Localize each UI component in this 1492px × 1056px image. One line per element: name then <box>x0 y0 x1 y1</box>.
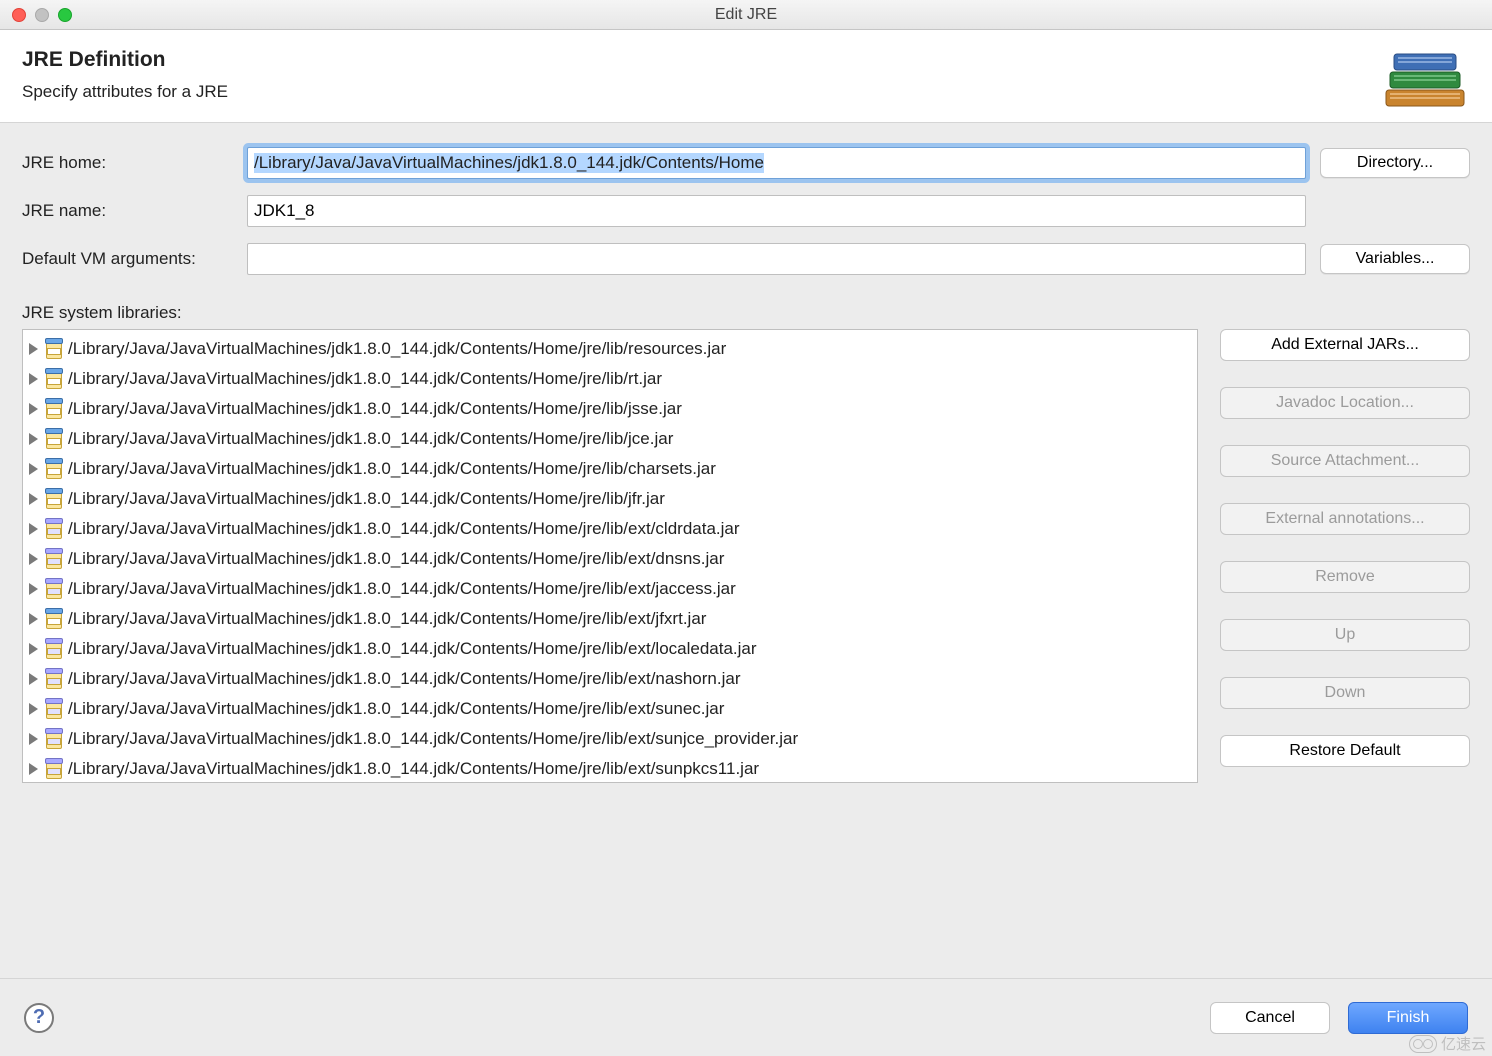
library-item[interactable]: /Library/Java/JavaVirtualMachines/jdk1.8… <box>23 454 1197 484</box>
library-path: /Library/Java/JavaVirtualMachines/jdk1.8… <box>68 579 736 599</box>
library-path: /Library/Java/JavaVirtualMachines/jdk1.8… <box>68 339 726 359</box>
remove-button[interactable]: Remove <box>1220 561 1470 593</box>
dialog-footer: ? Cancel Finish <box>0 978 1492 1056</box>
page-title: JRE Definition <box>22 48 1470 72</box>
disclosure-triangle-icon[interactable] <box>29 523 38 535</box>
jar-icon <box>44 608 64 630</box>
library-path: /Library/Java/JavaVirtualMachines/jdk1.8… <box>68 699 724 719</box>
disclosure-triangle-icon[interactable] <box>29 583 38 595</box>
jar-icon <box>44 398 64 420</box>
jre-name-label: JRE name: <box>22 201 247 221</box>
library-path: /Library/Java/JavaVirtualMachines/jdk1.8… <box>68 519 740 539</box>
library-item[interactable]: /Library/Java/JavaVirtualMachines/jdk1.8… <box>23 754 1197 783</box>
disclosure-triangle-icon[interactable] <box>29 493 38 505</box>
help-icon[interactable]: ? <box>24 1003 54 1033</box>
disclosure-triangle-icon[interactable] <box>29 763 38 775</box>
jar-icon <box>44 578 64 600</box>
jre-home-input[interactable]: /Library/Java/JavaVirtualMachines/jdk1.8… <box>247 147 1306 179</box>
libraries-label: JRE system libraries: <box>0 295 1492 329</box>
up-button[interactable]: Up <box>1220 619 1470 651</box>
library-path: /Library/Java/JavaVirtualMachines/jdk1.8… <box>68 729 798 749</box>
library-path: /Library/Java/JavaVirtualMachines/jdk1.8… <box>68 609 706 629</box>
jar-icon <box>44 548 64 570</box>
disclosure-triangle-icon[interactable] <box>29 703 38 715</box>
disclosure-triangle-icon[interactable] <box>29 733 38 745</box>
directory-button[interactable]: Directory... <box>1320 148 1470 178</box>
library-item[interactable]: /Library/Java/JavaVirtualMachines/jdk1.8… <box>23 424 1197 454</box>
jar-icon <box>44 698 64 720</box>
finish-button[interactable]: Finish <box>1348 1002 1468 1034</box>
jar-icon <box>44 638 64 660</box>
library-item[interactable]: /Library/Java/JavaVirtualMachines/jdk1.8… <box>23 394 1197 424</box>
library-item[interactable]: /Library/Java/JavaVirtualMachines/jdk1.8… <box>23 694 1197 724</box>
jar-icon <box>44 668 64 690</box>
jar-icon <box>44 368 64 390</box>
jre-name-input[interactable] <box>247 195 1306 227</box>
library-item[interactable]: /Library/Java/JavaVirtualMachines/jdk1.8… <box>23 634 1197 664</box>
libraries-buttons: Add External JARs... Javadoc Location...… <box>1220 329 1470 783</box>
restore-default-button[interactable]: Restore Default <box>1220 735 1470 767</box>
jar-icon <box>44 338 64 360</box>
library-item[interactable]: /Library/Java/JavaVirtualMachines/jdk1.8… <box>23 574 1197 604</box>
library-path: /Library/Java/JavaVirtualMachines/jdk1.8… <box>68 759 759 779</box>
library-item[interactable]: /Library/Java/JavaVirtualMachines/jdk1.8… <box>23 544 1197 574</box>
libraries-area: /Library/Java/JavaVirtualMachines/jdk1.8… <box>0 329 1492 801</box>
library-path: /Library/Java/JavaVirtualMachines/jdk1.8… <box>68 399 682 419</box>
watermark: 亿速云 <box>1409 1033 1486 1054</box>
library-item[interactable]: /Library/Java/JavaVirtualMachines/jdk1.8… <box>23 514 1197 544</box>
cloud-icon <box>1409 1035 1437 1053</box>
vm-args-label: Default VM arguments: <box>22 249 247 269</box>
jre-home-label: JRE home: <box>22 153 247 173</box>
jar-icon <box>44 758 64 780</box>
row-vm-args: Default VM arguments: Variables... <box>22 243 1470 275</box>
window-title: Edit JRE <box>0 6 1492 24</box>
disclosure-triangle-icon[interactable] <box>29 613 38 625</box>
library-item[interactable]: /Library/Java/JavaVirtualMachines/jdk1.8… <box>23 334 1197 364</box>
disclosure-triangle-icon[interactable] <box>29 433 38 445</box>
libraries-tree[interactable]: /Library/Java/JavaVirtualMachines/jdk1.8… <box>22 329 1198 783</box>
row-jre-name: JRE name: <box>22 195 1470 227</box>
dialog-header: JRE Definition Specify attributes for a … <box>0 30 1492 123</box>
javadoc-location-button[interactable]: Javadoc Location... <box>1220 387 1470 419</box>
variables-button[interactable]: Variables... <box>1320 244 1470 274</box>
titlebar: Edit JRE <box>0 0 1492 30</box>
jar-icon <box>44 428 64 450</box>
jar-icon <box>44 458 64 480</box>
row-jre-home: JRE home: /Library/Java/JavaVirtualMachi… <box>22 147 1470 179</box>
disclosure-triangle-icon[interactable] <box>29 373 38 385</box>
source-attachment-button[interactable]: Source Attachment... <box>1220 445 1470 477</box>
jar-icon <box>44 518 64 540</box>
library-path: /Library/Java/JavaVirtualMachines/jdk1.8… <box>68 459 716 479</box>
library-path: /Library/Java/JavaVirtualMachines/jdk1.8… <box>68 369 662 389</box>
jre-home-value: /Library/Java/JavaVirtualMachines/jdk1.8… <box>254 153 764 173</box>
library-item[interactable]: /Library/Java/JavaVirtualMachines/jdk1.8… <box>23 724 1197 754</box>
library-path: /Library/Java/JavaVirtualMachines/jdk1.8… <box>68 639 757 659</box>
jar-icon <box>44 488 64 510</box>
library-item[interactable]: /Library/Java/JavaVirtualMachines/jdk1.8… <box>23 664 1197 694</box>
form-area: JRE home: /Library/Java/JavaVirtualMachi… <box>0 123 1492 295</box>
cancel-button[interactable]: Cancel <box>1210 1002 1330 1034</box>
disclosure-triangle-icon[interactable] <box>29 673 38 685</box>
watermark-text: 亿速云 <box>1441 1033 1486 1054</box>
library-path: /Library/Java/JavaVirtualMachines/jdk1.8… <box>68 669 740 689</box>
disclosure-triangle-icon[interactable] <box>29 403 38 415</box>
library-item[interactable]: /Library/Java/JavaVirtualMachines/jdk1.8… <box>23 364 1197 394</box>
disclosure-triangle-icon[interactable] <box>29 463 38 475</box>
down-button[interactable]: Down <box>1220 677 1470 709</box>
disclosure-triangle-icon[interactable] <box>29 643 38 655</box>
library-path: /Library/Java/JavaVirtualMachines/jdk1.8… <box>68 429 673 449</box>
disclosure-triangle-icon[interactable] <box>29 553 38 565</box>
external-annotations-button[interactable]: External annotations... <box>1220 503 1470 535</box>
vm-args-input[interactable] <box>247 243 1306 275</box>
jar-icon <box>44 728 64 750</box>
disclosure-triangle-icon[interactable] <box>29 343 38 355</box>
page-subtitle: Specify attributes for a JRE <box>22 82 1470 102</box>
library-path: /Library/Java/JavaVirtualMachines/jdk1.8… <box>68 549 724 569</box>
library-item[interactable]: /Library/Java/JavaVirtualMachines/jdk1.8… <box>23 484 1197 514</box>
books-icon <box>1380 46 1470 116</box>
library-path: /Library/Java/JavaVirtualMachines/jdk1.8… <box>68 489 665 509</box>
add-external-jars-button[interactable]: Add External JARs... <box>1220 329 1470 361</box>
library-item[interactable]: /Library/Java/JavaVirtualMachines/jdk1.8… <box>23 604 1197 634</box>
